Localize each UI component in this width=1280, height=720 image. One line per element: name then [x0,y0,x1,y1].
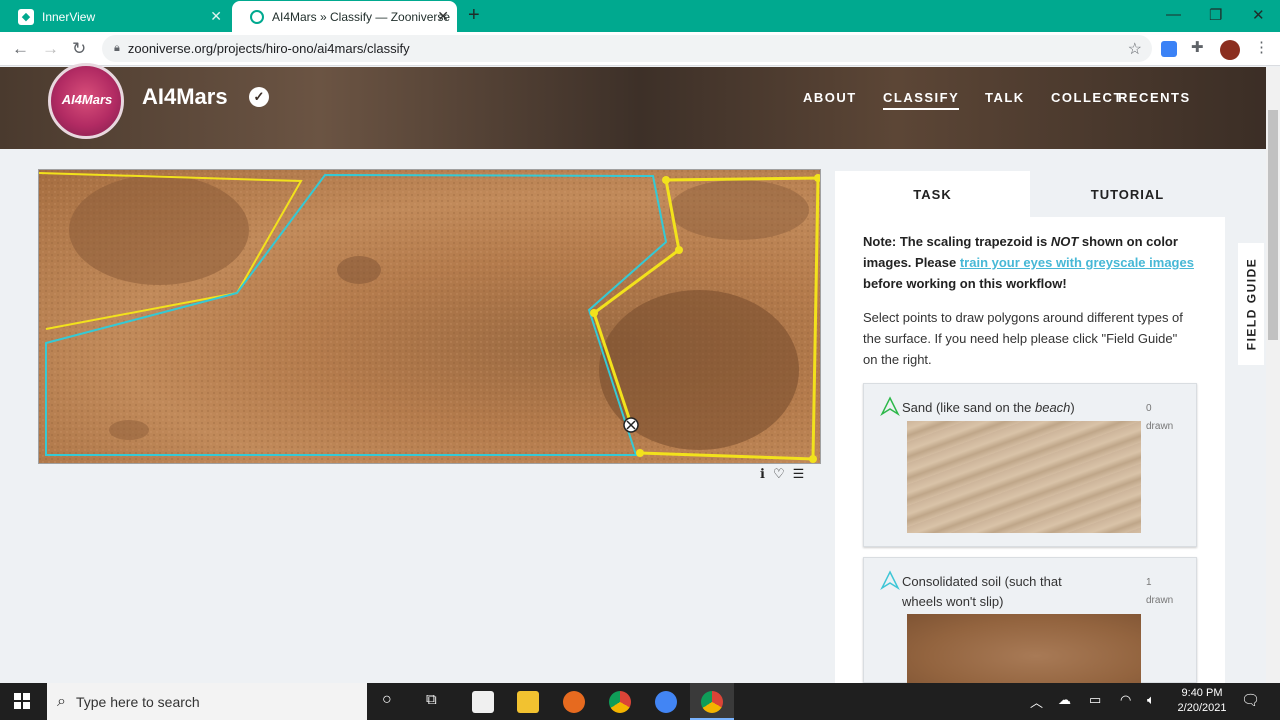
extension-icon[interactable] [1161,41,1177,57]
field-guide-tab[interactable]: FIELD GUIDE [1238,243,1264,365]
nav-about[interactable]: ABOUT [803,90,857,105]
soil-example-image [907,614,1141,684]
taskbar-clock[interactable]: 9:40 PM 2/20/2021 [1174,686,1230,716]
onedrive-icon[interactable]: ☁ [1058,692,1071,708]
url-text: zooniverse.org/projects/hiro-ono/ai4mars… [127,41,410,56]
wifi-icon[interactable]: ◠ [1120,692,1131,708]
choice-label: Sand (like sand on the beach) [902,400,1075,415]
polygon-tool-icon [880,396,900,416]
polygon-vertex[interactable] [675,246,683,254]
innerview-favicon-icon: ◆ [18,8,34,25]
info-icon[interactable]: ℹ [760,466,765,482]
cloud-app-icon[interactable] [655,691,677,713]
forward-arrow-icon[interactable]: → [42,39,59,59]
drawn-count: 0 drawn [1146,403,1174,432]
favorite-heart-icon[interactable]: ♡ [773,466,785,482]
store-icon[interactable] [472,691,494,713]
nav-recents[interactable]: RECENTS [1118,90,1191,105]
note-text: before working on this workflow! [863,276,1067,291]
zooniverse-favicon-icon [250,9,264,24]
address-bar[interactable]: 🔒︎ zooniverse.org/projects/hiro-ono/ai4m… [102,35,1152,62]
minimize-button[interactable]: — [1166,6,1181,23]
notifications-icon[interactable]: 🗨︎ [1241,691,1260,709]
polygon-vertex[interactable] [662,176,670,184]
image-toolbar: ℹ ♡ ☰ [760,466,804,482]
close-window-button[interactable]: ✕ [1252,6,1265,24]
choice-sand[interactable]: Sand (like sand on the beach) 0 drawn [863,383,1197,547]
firefox-icon[interactable] [563,691,585,713]
sand-example-image [907,421,1141,533]
choice-label: Consolidated soil (such that wheels won'… [902,574,1062,609]
close-tab-icon[interactable]: ✕ [437,8,449,25]
extensions-puzzle-icon[interactable]: ✚ [1191,38,1207,56]
clock-date: 2/20/2021 [1177,702,1227,714]
taskbar-search[interactable]: ⌕ Type here to search [47,683,367,720]
nav-classify[interactable]: CLASSIFY [883,90,960,110]
search-icon: ⌕ [57,692,66,710]
bookmark-star-icon[interactable]: ☆ [1128,39,1142,59]
tab-title: AI4Mars » Classify — Zooniverse [272,9,451,24]
subject-image[interactable] [38,169,821,464]
rock [337,256,381,284]
collections-list-icon[interactable]: ☰ [793,466,805,482]
note-emphasis: NOT [1050,234,1079,249]
browser-tab-strip: ◆ InnerView ✕ AI4Mars » Classify — Zooni… [0,0,1280,32]
task-tabs: TASK TUTORIAL [835,171,1225,217]
choice-consolidated-soil[interactable]: Consolidated soil (such that wheels won'… [863,557,1197,684]
reload-icon[interactable]: ↻ [72,39,86,59]
rock [109,420,149,440]
nav-collect[interactable]: COLLECT [1051,90,1123,105]
task-panel: TASK TUTORIAL Note: The scaling trapezoi… [835,171,1225,684]
nav-talk[interactable]: TALK [985,90,1025,105]
profile-avatar[interactable] [1220,40,1240,60]
chrome-icon [701,691,723,713]
task-view-icon[interactable]: ⧉ [426,691,437,708]
close-tab-icon[interactable]: ✕ [210,8,222,25]
clock-time: 9:40 PM [1181,687,1223,699]
project-logo-text: AI4Mars [61,92,113,107]
new-tab-button[interactable]: + [468,4,480,27]
lock-icon: 🔒︎ [114,42,120,54]
project-header: AI4Mars AI4Mars ✓ ABOUT CLASSIFY TALK CO… [0,63,1280,149]
polygon-vertex[interactable] [590,309,598,317]
rock [669,180,809,240]
battery-icon[interactable]: ▭ [1089,692,1101,708]
file-explorer-icon[interactable] [517,691,539,713]
greyscale-training-link[interactable]: train your eyes with greyscale images [960,255,1194,270]
browser-tab-innerview[interactable]: ◆ InnerView ✕ [0,1,230,32]
volume-icon[interactable]: 🔈︎ [1147,692,1155,708]
search-placeholder: Type here to search [75,693,200,710]
note-text: Note: The scaling trapezoid is [863,234,1051,249]
field-guide-label: FIELD GUIDE [1244,257,1259,351]
show-hidden-icons-icon[interactable]: ︿ [1030,692,1043,711]
windows-start-icon[interactable] [14,693,30,709]
scrollbar-thumb[interactable] [1268,110,1278,340]
active-chrome-window[interactable] [690,683,734,720]
cortana-icon[interactable]: ○ [382,691,392,709]
annotation-overlay[interactable] [39,170,821,464]
browser-tab-ai4mars[interactable]: AI4Mars » Classify — Zooniverse ✕ [232,1,457,32]
browser-toolbar: ← → ↻ 🔒︎ zooniverse.org/projects/hiro-on… [0,32,1280,66]
windows-taskbar: ⌕ Type here to search ○ ⧉ ︿ ☁ ▭ ◠ 🔈︎ 9:4… [0,683,1280,720]
project-avatar[interactable]: AI4Mars [48,63,124,139]
task-instructions: Select points to draw polygons around di… [863,310,1183,367]
polygon-vertex[interactable] [636,449,644,457]
back-arrow-icon[interactable]: ← [12,39,29,59]
verified-check-icon: ✓ [249,87,269,107]
chrome-icon[interactable] [609,691,631,713]
tab-title: InnerView [42,9,96,24]
polygon-vertex[interactable] [809,455,817,463]
rock [69,175,249,285]
chrome-menu-icon[interactable]: ⋮ [1254,38,1270,56]
tab-tutorial[interactable]: TUTORIAL [1030,171,1225,217]
tab-task[interactable]: TASK [835,171,1030,217]
polygon-tool-icon [880,570,900,590]
restore-button[interactable]: ❐ [1209,6,1222,24]
drawn-count: 1 drawn [1146,577,1174,606]
task-note: Note: The scaling trapezoid is NOT shown… [863,231,1203,294]
project-title[interactable]: AI4Mars [142,84,228,110]
